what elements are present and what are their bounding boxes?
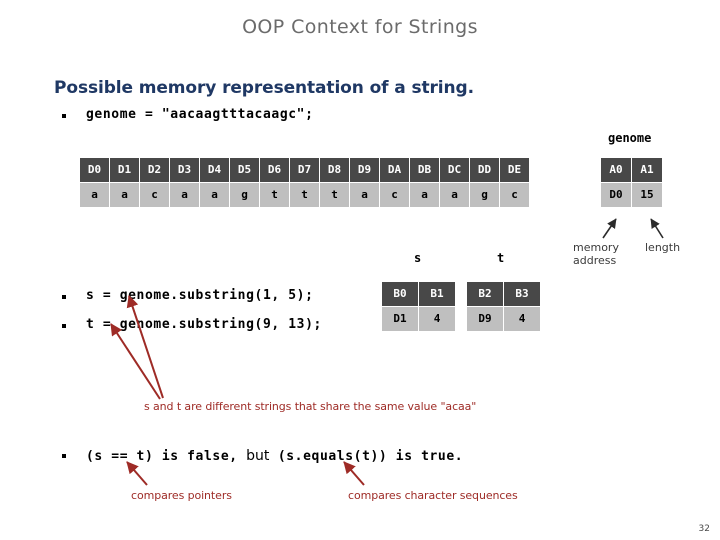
annotation-compares-sequences: compares character sequences [348, 489, 518, 502]
genome-cell-address: A1 [632, 158, 662, 182]
memory-cell-address: D4 [200, 158, 229, 182]
arrow-compares-sequences-icon [343, 461, 365, 486]
genome-object-value-row: D0 15 [601, 183, 662, 207]
memory-address-label-line2: address [573, 254, 617, 267]
memory-cell-address: D6 [260, 158, 289, 182]
memory-cell-value: t [290, 183, 319, 207]
annotation-share-value: s and t are different strings that share… [144, 400, 477, 413]
memory-cell-value: c [380, 183, 409, 207]
arrow-to-s-icon [126, 295, 164, 399]
memory-strip-value-row: a a c a a g t t t a c a a g c [80, 183, 529, 207]
genome-cell-address: A0 [601, 158, 631, 182]
t-cell-address: B3 [504, 282, 540, 306]
length-arrow-icon [650, 218, 664, 239]
s-cell-address: B0 [382, 282, 418, 306]
memory-cell-address: D5 [230, 158, 259, 182]
memory-cell-value: a [350, 183, 379, 207]
memory-cell-address: DA [380, 158, 409, 182]
share-value-arrows [110, 295, 164, 400]
comparison-note-arrows [126, 461, 365, 486]
square-bullet-icon [62, 324, 66, 328]
s-cell-value: 4 [419, 307, 455, 331]
memory-cell-value: a [80, 183, 109, 207]
t-object-table: B2 B3 D9 4 [466, 281, 541, 332]
comparison-part1: (s == t) is false, [86, 449, 238, 464]
slide-canvas: OOP Context for Strings Possible memory … [0, 0, 720, 540]
memory-cell-value: a [110, 183, 139, 207]
genome-field-arrows [602, 218, 664, 239]
s-cell-value: D1 [382, 307, 418, 331]
square-bullet-icon [62, 114, 66, 118]
memory-cell-value: g [470, 183, 499, 207]
code-s-assign: s = genome.substring(1, 5); [86, 288, 314, 303]
memory-cell-value: a [410, 183, 439, 207]
t-object-title: t [497, 251, 505, 265]
memory-cell-address: D3 [170, 158, 199, 182]
comparison-statement: (s == t) is false, but (s.equals(t)) is … [86, 445, 463, 464]
genome-cell-value: D0 [601, 183, 631, 207]
t-object-value-row: D9 4 [467, 307, 540, 331]
memory-cell-value: a [200, 183, 229, 207]
memory-cell-address: D0 [80, 158, 109, 182]
memory-cell-address: DB [410, 158, 439, 182]
memory-cell-address: D8 [320, 158, 349, 182]
memory-cell-value: t [320, 183, 349, 207]
memory-cell-value: g [230, 183, 259, 207]
memory-address-arrow-icon [602, 218, 617, 239]
memory-cell-address: D1 [110, 158, 139, 182]
comparison-part3: (s.equals(t)) is true. [277, 449, 464, 464]
t-object-address-row: B2 B3 [467, 282, 540, 306]
memory-cell-address: DD [470, 158, 499, 182]
genome-object-title: genome [608, 131, 652, 145]
square-bullet-icon [62, 454, 66, 458]
memory-cell-value: c [140, 183, 169, 207]
s-object-value-row: D1 4 [382, 307, 455, 331]
genome-object-address-row: A0 A1 [601, 158, 662, 182]
memory-cell-address: D7 [290, 158, 319, 182]
memory-cell-address: DE [500, 158, 529, 182]
memory-cell-address: D9 [350, 158, 379, 182]
memory-strip-table: D0 D1 D2 D3 D4 D5 D6 D7 D8 D9 DA DB DC D… [79, 157, 530, 208]
square-bullet-icon [62, 295, 66, 299]
memory-cell-value: t [260, 183, 289, 207]
annotation-compares-pointers: compares pointers [131, 489, 232, 502]
memory-cell-value: a [440, 183, 469, 207]
t-cell-address: B2 [467, 282, 503, 306]
t-cell-value: D9 [467, 307, 503, 331]
s-object-title: s [414, 251, 422, 265]
arrow-compares-pointers-icon [126, 461, 148, 486]
t-cell-value: 4 [504, 307, 540, 331]
page-title: OOP Context for Strings [242, 16, 478, 38]
memory-cell-value: a [170, 183, 199, 207]
arrow-to-t-icon [110, 323, 161, 400]
genome-object-table: A0 A1 D0 15 [600, 157, 663, 208]
s-object-table: B0 B1 D1 4 [381, 281, 456, 332]
memory-cell-address: DC [440, 158, 469, 182]
memory-strip-address-row: D0 D1 D2 D3 D4 D5 D6 D7 D8 D9 DA DB DC D… [80, 158, 529, 182]
code-t-assign: t = genome.substring(9, 13); [86, 317, 322, 332]
length-label: length [645, 241, 681, 254]
s-cell-address: B1 [419, 282, 455, 306]
genome-cell-value: 15 [632, 183, 662, 207]
s-object-address-row: B0 B1 [382, 282, 455, 306]
page-number: 32 [698, 524, 710, 534]
code-declaration: genome = "aacaagtttacaagc"; [86, 107, 314, 122]
memory-address-label-line1: memory [573, 241, 619, 254]
section-heading: Possible memory representation of a stri… [54, 78, 474, 98]
comparison-part2: but [246, 448, 270, 464]
memory-cell-value: c [500, 183, 529, 207]
memory-cell-address: D2 [140, 158, 169, 182]
